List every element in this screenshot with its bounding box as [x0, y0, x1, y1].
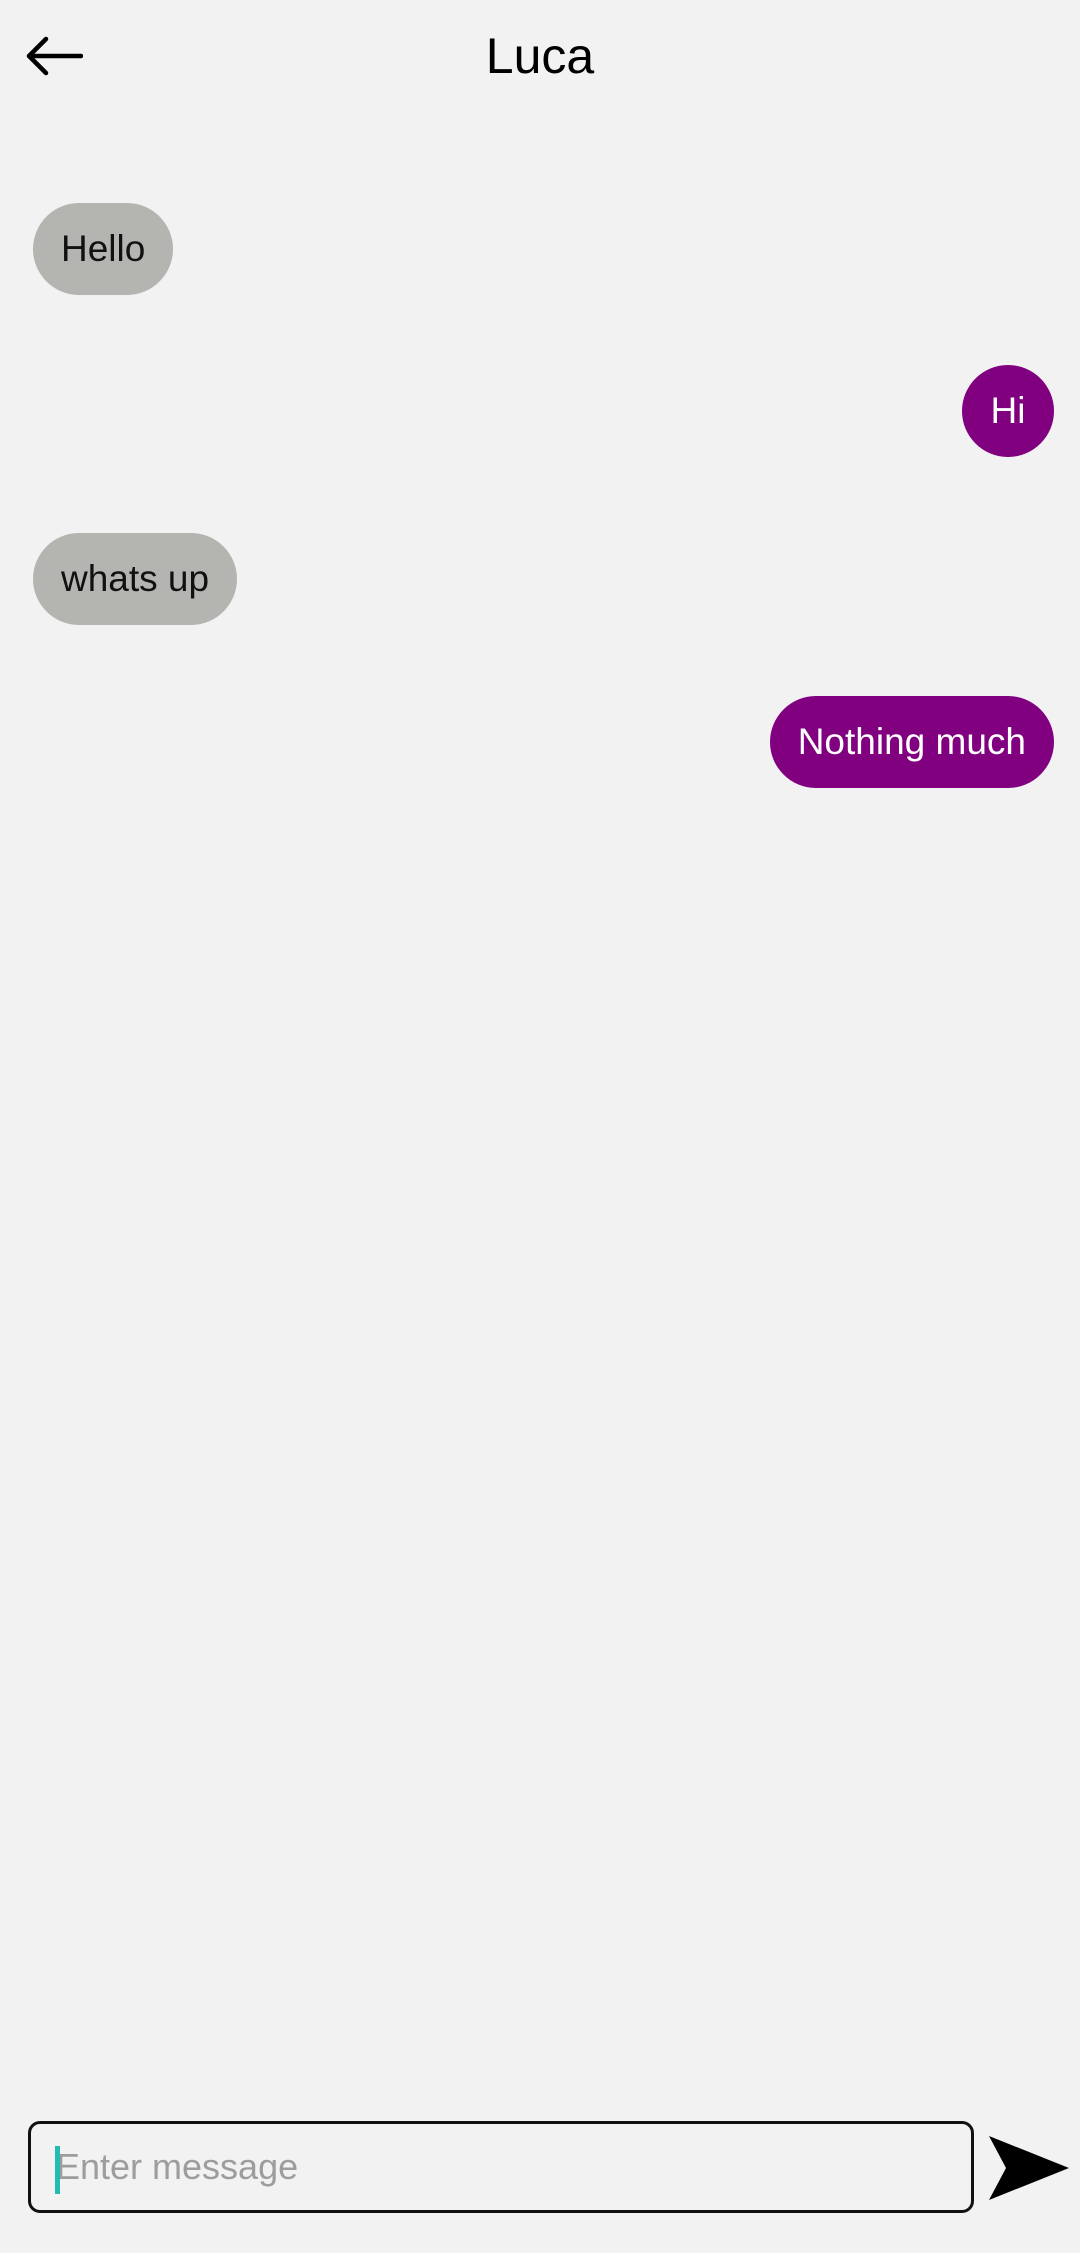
text-cursor [55, 2146, 60, 2194]
outgoing-message-bubble[interactable]: Nothing much [769, 696, 1054, 788]
send-icon [989, 2136, 1069, 2200]
message-row: Nothing much [33, 696, 1054, 788]
chat-title: Luca [485, 28, 595, 84]
incoming-message-bubble[interactable]: Hello [33, 203, 174, 295]
message-row: Hi [33, 365, 1054, 457]
message-input[interactable] [28, 2121, 974, 2213]
app-bar: Luca [0, 0, 1080, 112]
outgoing-message-bubble[interactable]: Hi [962, 365, 1054, 457]
message-row: Hello [33, 203, 1054, 295]
send-button[interactable] [986, 2118, 1072, 2218]
incoming-message-bubble[interactable]: whats up [33, 533, 238, 625]
message-row: whats up [33, 533, 1054, 625]
message-composer [0, 2118, 1080, 2218]
